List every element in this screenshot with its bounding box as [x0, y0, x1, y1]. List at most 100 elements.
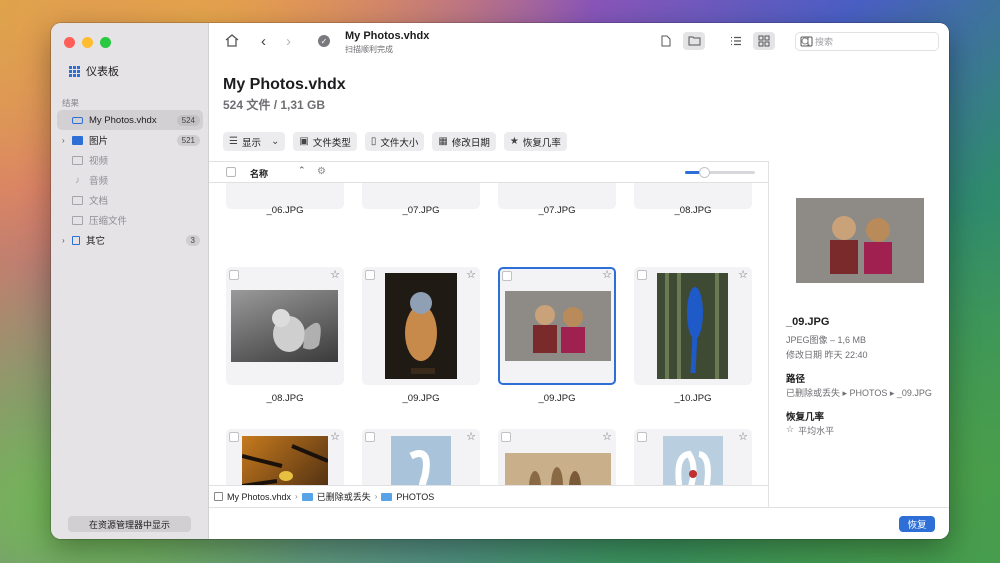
count-badge: 3 — [185, 234, 200, 246]
forward-arrow-icon[interactable]: › — [286, 33, 291, 50]
minimize-window-button[interactable] — [82, 37, 93, 48]
toolbar: ‹ › ✓ My Photos.vhdx 扫描顺利完成 搜索 — [209, 23, 949, 59]
sidebar-item-video[interactable]: 视频 — [57, 150, 203, 170]
zoom-window-button[interactable] — [100, 37, 111, 48]
breadcrumb-root[interactable]: My Photos.vhdx — [227, 492, 291, 502]
file-size-filter-button[interactable]: ▯ 文件大小 — [364, 132, 425, 151]
scan-complete-check-icon: ✓ — [318, 35, 330, 47]
file-checkbox[interactable] — [229, 432, 239, 442]
dashboard-grid-icon — [69, 65, 80, 77]
file-checkbox[interactable] — [365, 432, 375, 442]
photo-image — [663, 436, 723, 485]
sort-chevron-up-icon[interactable]: ⌃ — [298, 165, 306, 176]
home-icon[interactable] — [225, 34, 239, 47]
picture-icon — [72, 135, 83, 145]
page-title: My Photos.vhdx — [223, 76, 346, 93]
breadcrumb-folder-photos[interactable]: PHOTOS — [396, 492, 434, 502]
file-name: _08.JPG — [674, 205, 712, 216]
drive-icon — [72, 116, 83, 124]
calendar-icon: ▦ — [438, 136, 448, 147]
name-column-header[interactable]: 名称 — [250, 167, 268, 180]
file-icon — [72, 235, 80, 245]
folder-icon — [381, 492, 393, 501]
sidebar-item-documents[interactable]: 文档 — [57, 190, 203, 210]
file-type-filter-button[interactable]: ▣ 文件类型 — [293, 132, 357, 151]
count-badge: 521 — [176, 134, 200, 146]
sidebar-item-pictures[interactable]: › 图片 521 — [57, 130, 203, 150]
show-in-explorer-button[interactable]: 在资源管理器中显示 — [68, 516, 191, 532]
photo-image — [505, 453, 611, 485]
recovery-star-icon: ☆ — [738, 431, 748, 443]
file-checkbox[interactable] — [502, 271, 512, 281]
drive-icon — [214, 492, 223, 501]
thumbnail-size-slider[interactable] — [685, 167, 755, 178]
sidebar: 仪表板 结果 My Photos.vhdx 524 › 图片 521 视频 ♪ … — [51, 23, 209, 539]
modified-date-filter-button[interactable]: ▦ 修改日期 — [432, 132, 496, 151]
file-grid: _06.JPG _07.JPG _07.JPG _08.JPG ☆ _08.JP… — [209, 183, 768, 485]
toolbar-title: My Photos.vhdx — [345, 30, 430, 42]
recovery-chance-row: ☆ 平均水平 — [786, 424, 834, 437]
select-all-checkbox[interactable] — [226, 167, 236, 177]
filter-bar: ☰ 显示 ⌄ ▣ 文件类型 ▯ 文件大小 ▦ 修改日期 ★ 恢复几率 — [223, 132, 567, 151]
recovery-chance-heading: 恢复几率 — [786, 412, 825, 423]
back-arrow-icon[interactable]: ‹ — [261, 33, 266, 50]
chevron-right-icon[interactable]: › — [62, 236, 70, 245]
preview-image — [796, 198, 924, 283]
file-checkbox[interactable] — [501, 432, 511, 442]
file-checkbox[interactable] — [229, 270, 239, 280]
file-checkbox[interactable] — [637, 270, 647, 280]
file-name: _07.JPG — [402, 205, 440, 216]
recovery-chance-filter-button[interactable]: ★ 恢复几率 — [503, 132, 567, 151]
list-view-icon[interactable] — [725, 32, 747, 50]
chevron-right-icon[interactable]: › — [62, 136, 70, 145]
chevron-down-icon: ⌄ — [270, 136, 280, 147]
file-checkbox[interactable] — [365, 270, 375, 280]
column-settings-icon[interactable]: ⚙ — [317, 166, 326, 177]
sidebar-item-other[interactable]: › 其它 3 — [57, 230, 203, 250]
show-filter-label: 显示 — [241, 137, 261, 149]
search-input[interactable]: 搜索 — [795, 32, 939, 51]
results-section-label: 结果 — [62, 98, 80, 108]
dashboard-label: 仪表板 — [86, 66, 119, 78]
slider-knob[interactable] — [699, 167, 710, 178]
photo-image — [241, 436, 329, 485]
file-name: _08.JPG — [266, 393, 304, 404]
file-summary: 524 文件 / 1,31 GB — [223, 98, 326, 112]
breadcrumb-folder-deleted[interactable]: 已删除或丢失 — [317, 490, 371, 503]
half-star-icon: ☆ — [786, 424, 795, 434]
grid-view-icon[interactable] — [753, 32, 775, 50]
archive-icon — [72, 215, 83, 225]
close-window-button[interactable] — [64, 37, 75, 48]
file-name: _10.JPG — [674, 393, 712, 404]
main-panel: ‹ › ✓ My Photos.vhdx 扫描顺利完成 搜索 My Photos… — [209, 23, 949, 539]
sidebar-item-archives[interactable]: 压缩文件 — [57, 210, 203, 230]
photo-image — [505, 291, 611, 361]
sidebar-item-audio[interactable]: ♪ 音频 — [57, 170, 203, 190]
recover-button[interactable]: 恢复 — [899, 516, 935, 532]
show-filter-button[interactable]: ☰ 显示 ⌄ — [223, 132, 286, 151]
file-size-label: 文件大小 — [380, 137, 419, 149]
detail-type-size: JPEG图像 – 1,6 MB — [786, 335, 867, 345]
sidebar-item-label: 视频 — [89, 156, 109, 167]
detail-panel: _09.JPG JPEG图像 – 1,6 MB 修改日期 昨天 22:40 路径… — [768, 161, 949, 507]
sidebar-item-dashboard[interactable]: 仪表板 — [69, 63, 119, 79]
file-type-label: 文件类型 — [312, 137, 351, 149]
recovery-chance-value: 平均水平 — [798, 426, 835, 436]
music-note-icon: ♪ — [75, 174, 80, 186]
file-view-icon[interactable] — [655, 32, 677, 50]
sidebar-item-label: 压缩文件 — [89, 216, 128, 227]
sidebar-item-my-photos[interactable]: My Photos.vhdx 524 — [57, 110, 203, 130]
path-heading: 路径 — [786, 374, 806, 385]
scan-status: 扫描顺利完成 — [345, 45, 393, 54]
folder-view-icon[interactable] — [683, 32, 705, 50]
modified-date-label: 修改日期 — [451, 137, 490, 149]
photo-image — [391, 436, 451, 485]
star-icon: ★ — [509, 136, 519, 147]
recovery-star-icon: ☆ — [466, 269, 476, 281]
photo-image — [231, 290, 338, 362]
file-name: _07.JPG — [538, 205, 576, 216]
file-name: _06.JPG — [266, 205, 304, 216]
recovery-star-icon: ☆ — [466, 431, 476, 443]
recovery-star-icon: ☆ — [738, 269, 748, 281]
file-checkbox[interactable] — [637, 432, 647, 442]
